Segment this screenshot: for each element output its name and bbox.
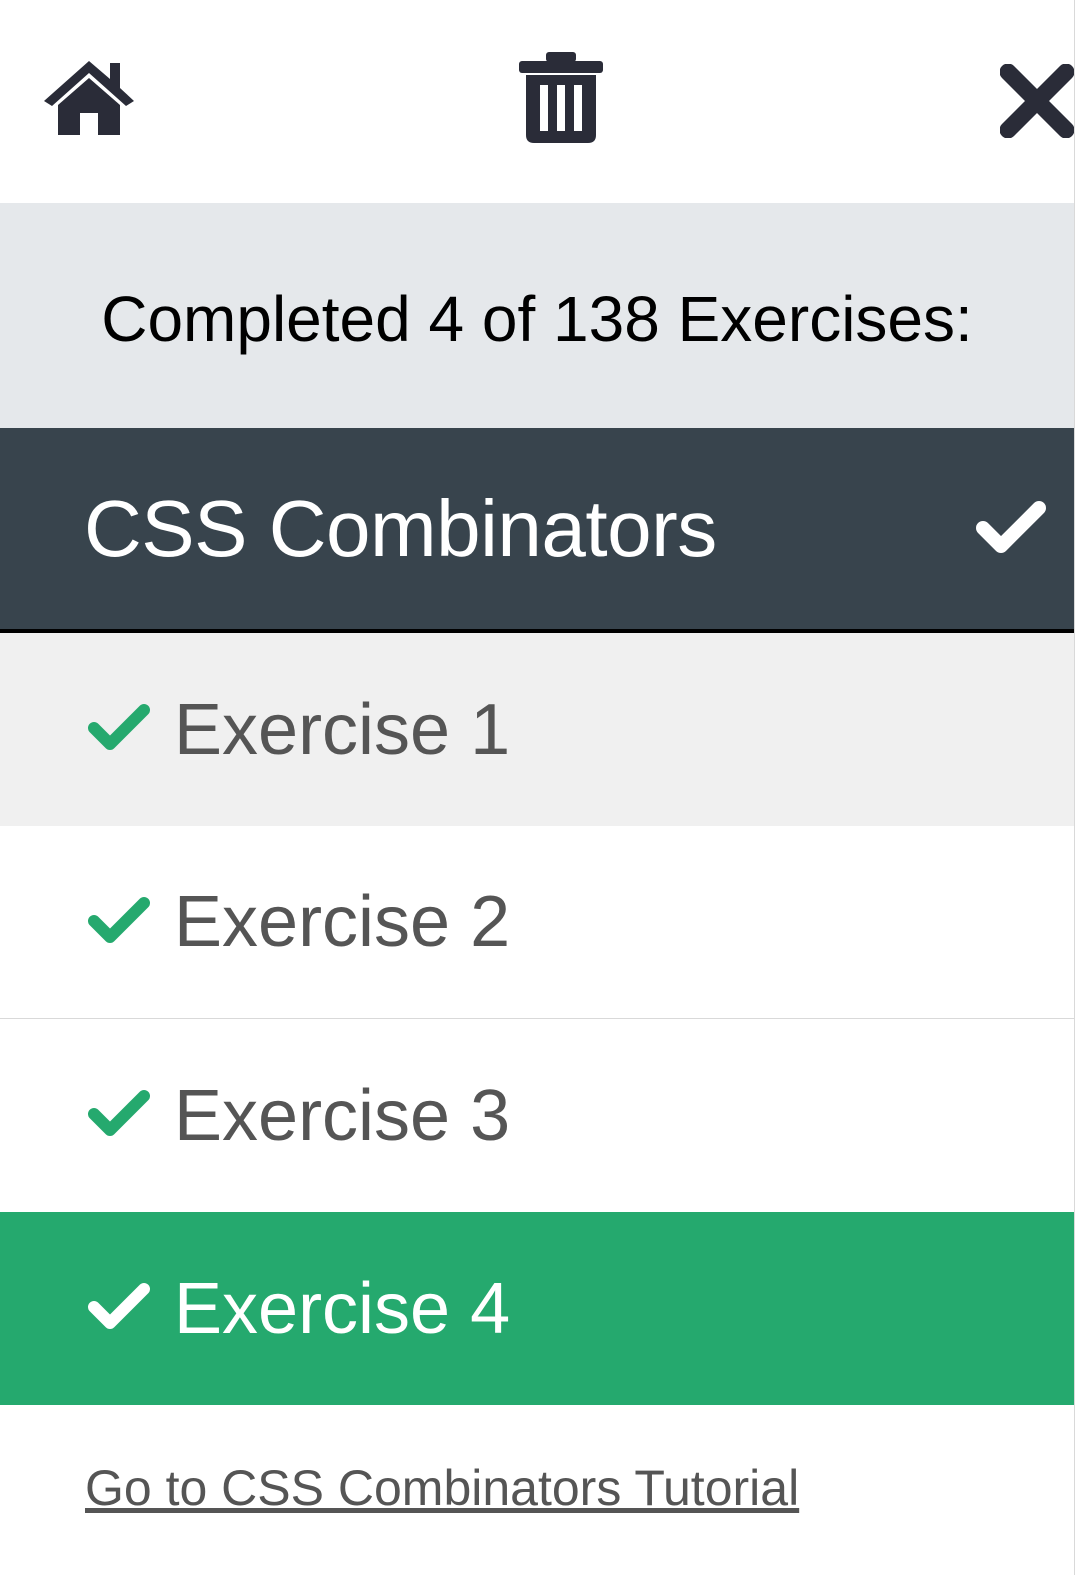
section-header[interactable]: CSS Combinators [0, 428, 1074, 633]
check-icon [88, 702, 174, 757]
section-title: CSS Combinators [84, 483, 717, 573]
exercise-label: Exercise 4 [174, 1268, 511, 1349]
toolbar [0, 0, 1074, 203]
progress-text: Completed 4 of 138 Exercises: [101, 282, 973, 355]
tutorial-link[interactable]: Go to CSS Combinators Tutorial [85, 1459, 799, 1517]
exercise-item-2[interactable]: Exercise 2 [0, 826, 1074, 1019]
exercise-item-4[interactable]: Exercise 4 [0, 1212, 1074, 1405]
exercise-item-3[interactable]: Exercise 3 [0, 1019, 1074, 1212]
exercise-label: Exercise 3 [174, 1075, 511, 1156]
exercise-item-1[interactable]: Exercise 1 [0, 633, 1074, 826]
exercise-panel: Completed 4 of 138 Exercises: CSS Combin… [0, 0, 1075, 1575]
check-icon [88, 1088, 174, 1143]
footer: Go to CSS Combinators Tutorial [0, 1405, 1074, 1573]
home-button[interactable] [40, 57, 138, 137]
exercise-label: Exercise 1 [174, 689, 511, 770]
check-icon [88, 1281, 174, 1336]
delete-progress-button[interactable] [518, 51, 604, 145]
progress-summary: Completed 4 of 138 Exercises: [0, 203, 1074, 428]
close-button[interactable] [1000, 64, 1074, 138]
exercise-label: Exercise 2 [174, 882, 511, 962]
trash-icon [518, 51, 604, 145]
check-icon [88, 895, 174, 950]
check-icon [976, 500, 1046, 559]
close-icon [1000, 64, 1074, 138]
home-icon [40, 57, 138, 137]
